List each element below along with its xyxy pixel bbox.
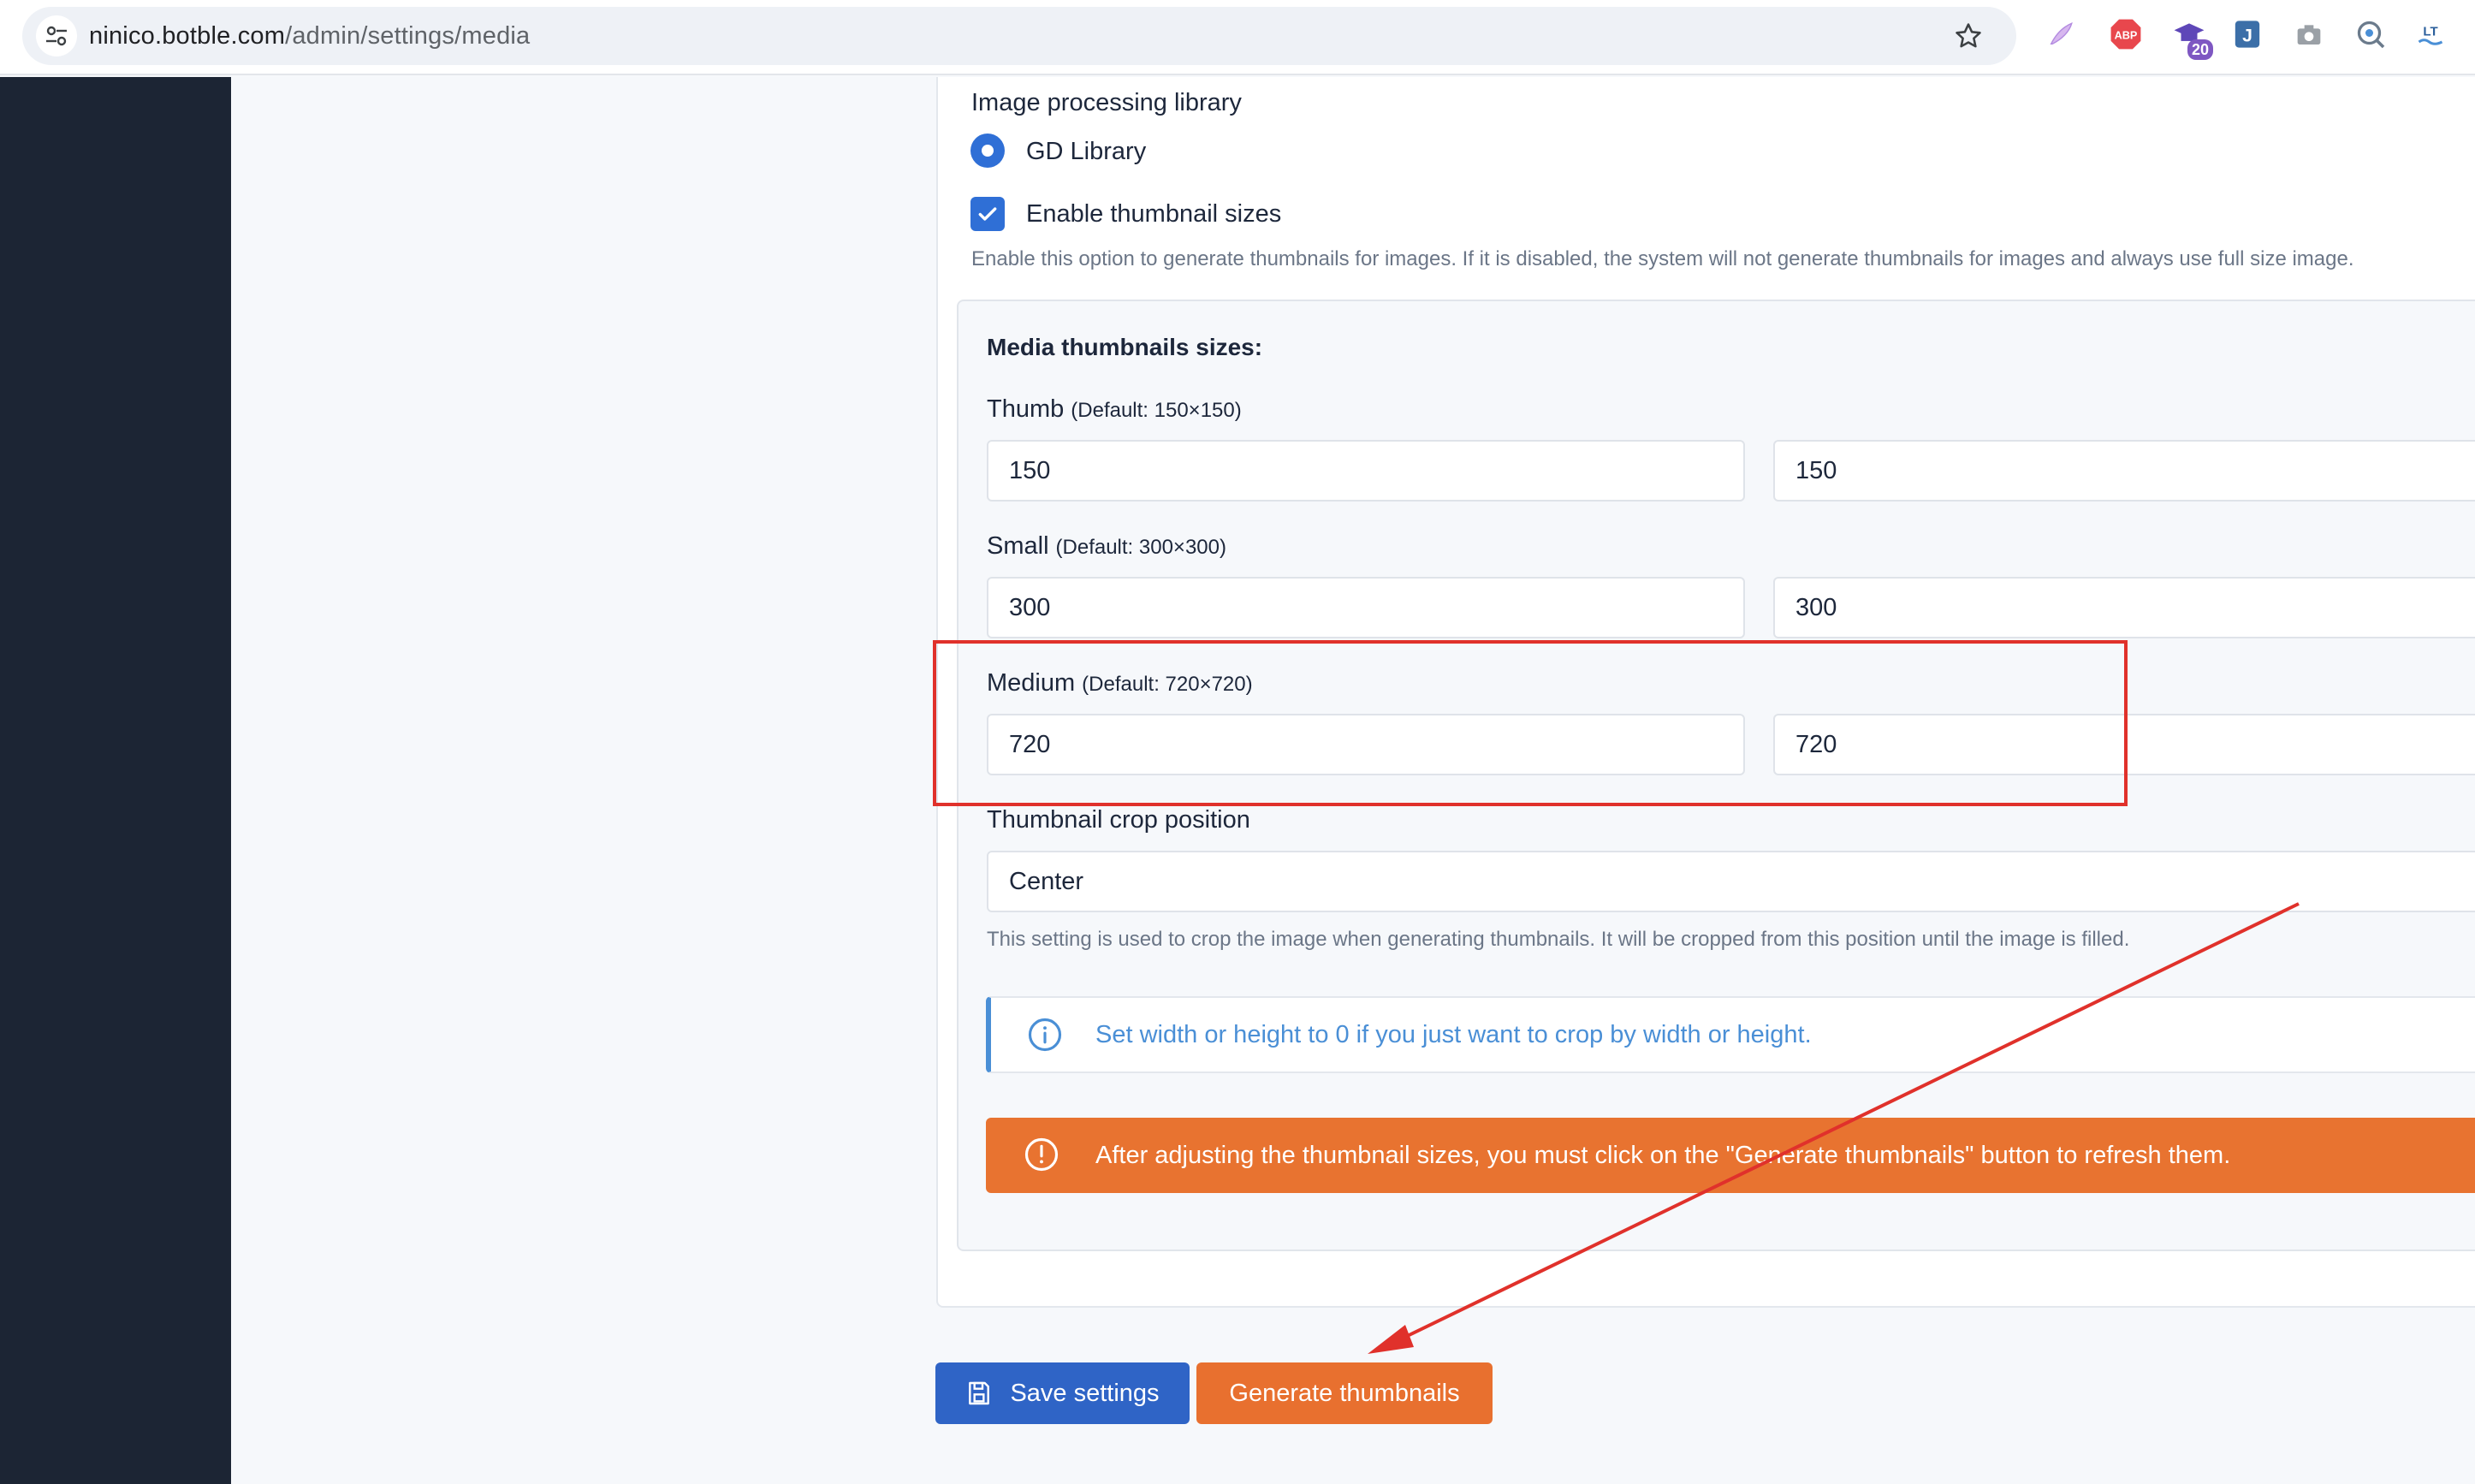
enable-thumbnails-label[interactable]: Enable thumbnail sizes — [1026, 200, 1281, 229]
site-info-icon[interactable] — [36, 15, 77, 56]
url-text[interactable]: ninico.botble.com/admin/settings/media — [89, 7, 530, 65]
url-host: ninico.botble.com — [89, 22, 286, 50]
thumb-size-name: Thumb — [987, 395, 1065, 423]
medium-size-label: Medium (Default: 720×720) — [987, 669, 1253, 697]
crop-position-hint: This setting is used to crop the image w… — [987, 928, 2130, 951]
small-size-label: Small (Default: 300×300) — [987, 532, 1226, 561]
adblock-icon[interactable]: ABP — [2107, 15, 2145, 53]
medium-height-input[interactable]: 720 — [1773, 714, 2475, 775]
thumb-size-default: (Default: 150×150) — [1071, 399, 1242, 422]
thumb-size-label: Thumb (Default: 150×150) — [987, 395, 1242, 424]
save-settings-label: Save settings — [1010, 1379, 1160, 1407]
bookmark-j-text: J — [2242, 26, 2252, 46]
bookmark-j-icon[interactable]: J — [2229, 15, 2266, 53]
small-height-input[interactable]: 300 — [1773, 577, 2475, 638]
info-alert: Set width or height to 0 if you just wan… — [986, 996, 2475, 1073]
crop-position-select[interactable]: Center — [987, 851, 2475, 912]
crop-position-label: Thumbnail crop position — [987, 806, 1250, 834]
info-icon — [1028, 1018, 1062, 1052]
feather-icon[interactable] — [2042, 15, 2080, 53]
thumbnail-sizes-title: Media thumbnails sizes: — [987, 334, 1263, 360]
thumb-height-input[interactable]: 150 — [1773, 440, 2475, 502]
save-icon — [965, 1380, 993, 1407]
address-bar[interactable]: ninico.botble.com/admin/settings/media — [22, 7, 2016, 65]
graduation-icon[interactable]: 20 — [2170, 15, 2213, 60]
translate-icon[interactable]: LT — [2412, 15, 2449, 53]
image-library-label: Image processing library — [971, 89, 1242, 116]
medium-size-default: (Default: 720×720) — [1082, 673, 1253, 696]
admin-sidebar — [0, 77, 231, 1484]
thumb-width-input[interactable]: 150 — [987, 440, 1745, 502]
enable-thumbnails-checkbox[interactable] — [970, 197, 1005, 231]
warning-alert-text: After adjusting the thumbnail sizes, you… — [1095, 1142, 2231, 1169]
enable-thumbnails-hint: Enable this option to generate thumbnail… — [971, 247, 2354, 270]
info-alert-text: Set width or height to 0 if you just wan… — [1095, 1021, 1812, 1048]
translate-text: LT — [2423, 25, 2437, 39]
gd-library-radio[interactable] — [970, 134, 1005, 168]
camera-icon[interactable] — [2290, 15, 2328, 53]
medium-size-name: Medium — [987, 669, 1076, 697]
gd-library-label[interactable]: GD Library — [1026, 138, 1146, 166]
save-settings-button[interactable]: Save settings — [935, 1362, 1190, 1424]
bookmark-star-icon[interactable] — [1950, 17, 1987, 55]
small-size-name: Small — [987, 532, 1049, 560]
warning-icon — [1024, 1137, 1059, 1172]
adblock-text: ABP — [2115, 30, 2138, 42]
generate-thumbnails-label: Generate thumbnails — [1229, 1379, 1460, 1407]
warning-alert: After adjusting the thumbnail sizes, you… — [986, 1118, 2475, 1193]
url-path: /admin/settings/media — [285, 22, 531, 50]
check-icon — [978, 207, 997, 221]
lens-icon[interactable] — [2352, 15, 2389, 53]
generate-thumbnails-button[interactable]: Generate thumbnails — [1196, 1362, 1493, 1424]
small-width-input[interactable]: 300 — [987, 577, 1745, 638]
browser-toolbar: ninico.botble.com/admin/settings/media A… — [0, 0, 2475, 75]
small-size-default: (Default: 300×300) — [1055, 536, 1226, 559]
extension-badge: 20 — [2187, 39, 2213, 60]
medium-width-input[interactable]: 720 — [987, 714, 1745, 775]
